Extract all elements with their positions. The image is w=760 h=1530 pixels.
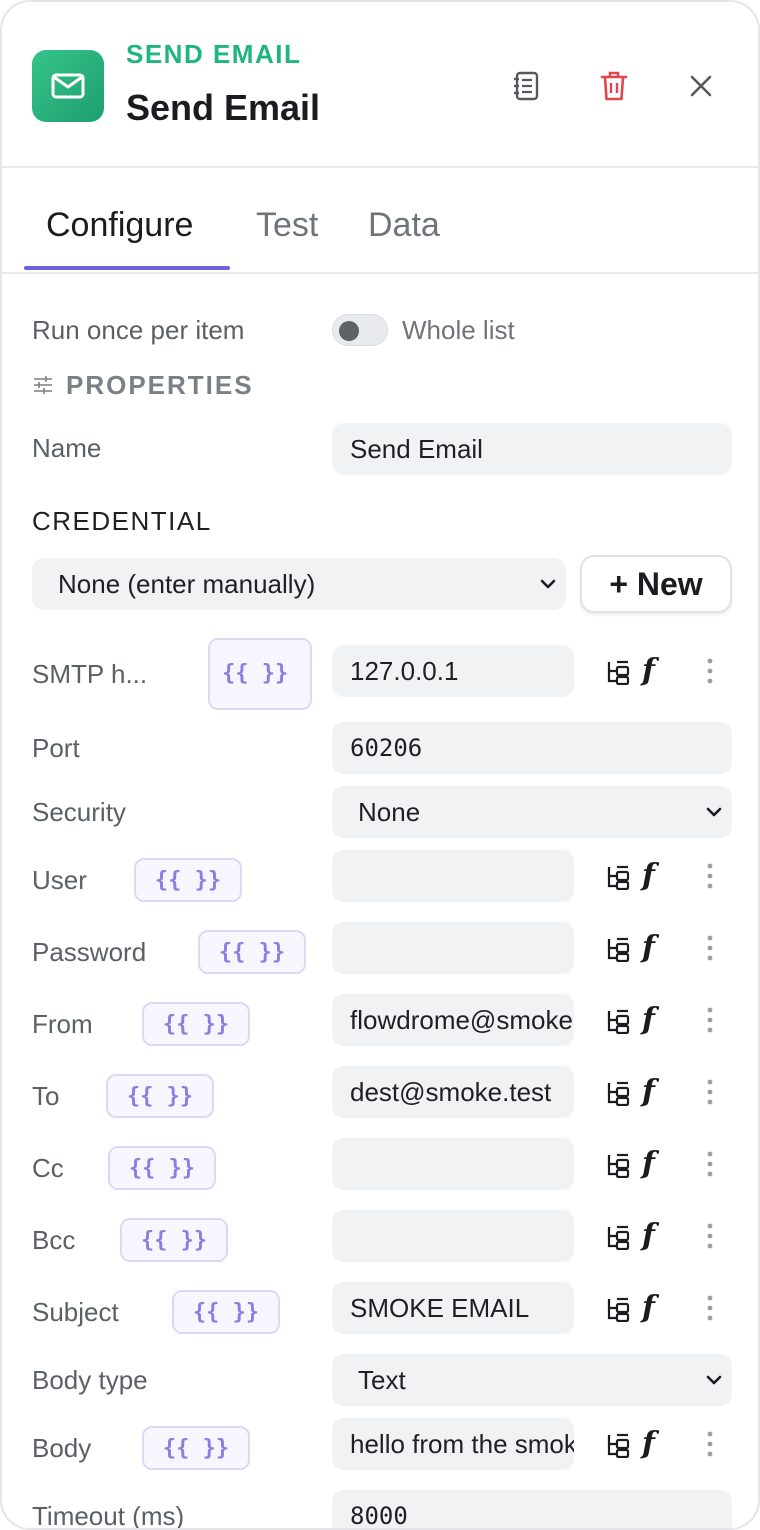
- panel-header: SEND EMAIL Send Email: [2, 2, 758, 168]
- tree-icon[interactable]: [606, 659, 632, 685]
- tree-icon[interactable]: [606, 1152, 632, 1178]
- body-type-select[interactable]: Text: [332, 1354, 732, 1406]
- bcc-input[interactable]: [332, 1210, 574, 1262]
- sliders-icon: [34, 376, 52, 394]
- active-tab-indicator: [24, 266, 230, 270]
- body-expression-toggle[interactable]: {{ }}: [142, 1426, 250, 1470]
- tab-bar: Configure Test Data: [2, 170, 758, 274]
- new-credential-button[interactable]: + New: [580, 555, 732, 613]
- tree-icon[interactable]: [606, 936, 632, 962]
- more-vertical-icon[interactable]: [706, 934, 714, 962]
- bcc-expression-toggle[interactable]: {{ }}: [120, 1218, 228, 1262]
- password-input[interactable]: [332, 922, 574, 974]
- more-vertical-icon[interactable]: [706, 1222, 714, 1250]
- body-input[interactable]: hello from the smoke test: [332, 1418, 574, 1470]
- port-label: Port: [32, 733, 80, 763]
- run-once-label: Run once per item: [32, 315, 245, 345]
- chevron-down-icon: [540, 579, 556, 589]
- notes-icon: [514, 71, 539, 101]
- more-vertical-icon[interactable]: [706, 1294, 714, 1322]
- toggle-knob: [339, 321, 359, 341]
- credential-heading: CREDENTIAL: [32, 506, 212, 536]
- node-title: Send Email: [126, 87, 321, 128]
- whole-list-label: Whole list: [402, 315, 515, 345]
- more-vertical-icon[interactable]: [706, 862, 714, 890]
- node-kind-label: SEND EMAIL: [126, 39, 302, 69]
- tree-icon[interactable]: [606, 1296, 632, 1322]
- name-label: Name: [32, 433, 102, 463]
- user-label: User: [32, 865, 87, 895]
- credential-select-value: None (enter manually): [58, 568, 316, 599]
- function-icon[interactable]: f: [642, 1426, 655, 1461]
- function-icon[interactable]: f: [642, 1002, 655, 1037]
- user-input[interactable]: [332, 850, 574, 902]
- to-expression-toggle[interactable]: {{ }}: [106, 1074, 214, 1118]
- password-expression-toggle[interactable]: {{ }}: [198, 930, 306, 974]
- subject-input[interactable]: SMOKE EMAIL: [332, 1282, 574, 1334]
- tree-icon[interactable]: [606, 864, 632, 890]
- body-type-label: Body type: [32, 1365, 148, 1395]
- trash-icon: [600, 71, 628, 101]
- subject-label: Subject: [32, 1297, 119, 1327]
- envelope-icon: [32, 50, 104, 122]
- function-icon[interactable]: f: [642, 930, 655, 965]
- tree-icon[interactable]: [606, 1008, 632, 1034]
- more-vertical-icon[interactable]: [706, 1150, 714, 1178]
- function-icon[interactable]: f: [642, 1146, 655, 1181]
- chevron-down-icon: [706, 1375, 722, 1385]
- function-icon[interactable]: f: [642, 1290, 655, 1325]
- tab-configure[interactable]: Configure: [46, 206, 193, 245]
- run-mode-toggle[interactable]: [332, 314, 388, 346]
- timeout-label: Timeout (ms): [32, 1501, 185, 1530]
- close-button[interactable]: [679, 64, 723, 108]
- more-vertical-icon[interactable]: [706, 1078, 714, 1106]
- user-expression-toggle[interactable]: {{ }}: [134, 858, 242, 902]
- cc-label: Cc: [32, 1153, 64, 1183]
- body-type-select-value: Text: [358, 1364, 406, 1395]
- timeout-input[interactable]: 8000: [332, 1490, 732, 1528]
- to-input[interactable]: dest@smoke.test: [332, 1066, 574, 1118]
- smtp-host-input[interactable]: 127.0.0.1: [332, 645, 574, 697]
- properties-heading: PROPERTIES: [66, 370, 254, 400]
- more-vertical-icon[interactable]: [706, 657, 714, 685]
- more-vertical-icon[interactable]: [706, 1006, 714, 1034]
- security-label: Security: [32, 797, 126, 827]
- function-icon[interactable]: f: [642, 1074, 655, 1109]
- tree-icon[interactable]: [606, 1432, 632, 1458]
- cc-expression-toggle[interactable]: {{ }}: [108, 1146, 216, 1190]
- smtp-host-label: SMTP h...: [32, 659, 148, 689]
- close-icon: [690, 75, 712, 97]
- function-icon[interactable]: f: [642, 1218, 655, 1253]
- tree-icon[interactable]: [606, 1224, 632, 1250]
- security-select-value: None: [358, 796, 421, 827]
- subject-expression-toggle[interactable]: {{ }}: [172, 1290, 280, 1334]
- from-expression-toggle[interactable]: {{ }}: [142, 1002, 250, 1046]
- body-label: Body: [32, 1433, 92, 1463]
- credential-select[interactable]: None (enter manually): [32, 558, 566, 610]
- notes-button[interactable]: [504, 64, 548, 108]
- smtp-host-expression-toggle[interactable]: {{ }}: [208, 638, 312, 710]
- tab-data[interactable]: Data: [368, 206, 440, 245]
- delete-button[interactable]: [592, 64, 636, 108]
- from-input[interactable]: flowdrome@smoke.test: [332, 994, 574, 1046]
- bcc-label: Bcc: [32, 1225, 76, 1255]
- security-select[interactable]: None: [332, 786, 732, 838]
- chevron-down-icon: [706, 807, 722, 817]
- more-vertical-icon[interactable]: [706, 1430, 714, 1458]
- function-icon[interactable]: f: [642, 858, 655, 893]
- port-input[interactable]: 60206: [332, 722, 732, 774]
- cc-input[interactable]: [332, 1138, 574, 1190]
- tab-test[interactable]: Test: [256, 206, 318, 245]
- name-input[interactable]: Send Email: [332, 423, 732, 475]
- tree-icon[interactable]: [606, 1080, 632, 1106]
- send-email-panel: SEND EMAIL Send Email Configure Test Dat…: [0, 0, 760, 1530]
- from-label: From: [32, 1009, 93, 1039]
- to-label: To: [32, 1081, 60, 1111]
- function-icon[interactable]: f: [642, 653, 655, 688]
- password-label: Password: [32, 937, 147, 967]
